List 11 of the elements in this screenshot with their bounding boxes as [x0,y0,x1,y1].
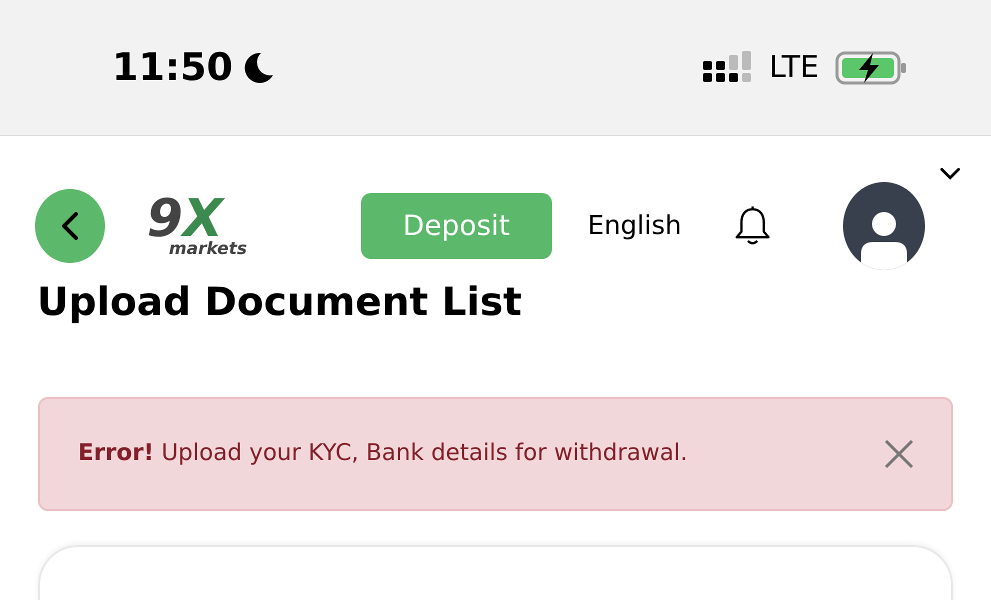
page-title: Upload Document List [37,279,523,327]
signal-icon [703,50,754,84]
user-silhouette-icon [858,210,909,270]
alert-message: Error! Upload your KYC, Bank details for withdrawal. [78,439,688,468]
status-time: 11:50 [112,44,233,91]
battery-charging-icon [835,50,907,84]
chevron-down-icon[interactable] [938,166,962,182]
language-selector[interactable]: English [588,206,682,246]
network-type: LTE [769,49,819,87]
logo: 9X markets [146,190,248,261]
close-icon [883,438,915,470]
